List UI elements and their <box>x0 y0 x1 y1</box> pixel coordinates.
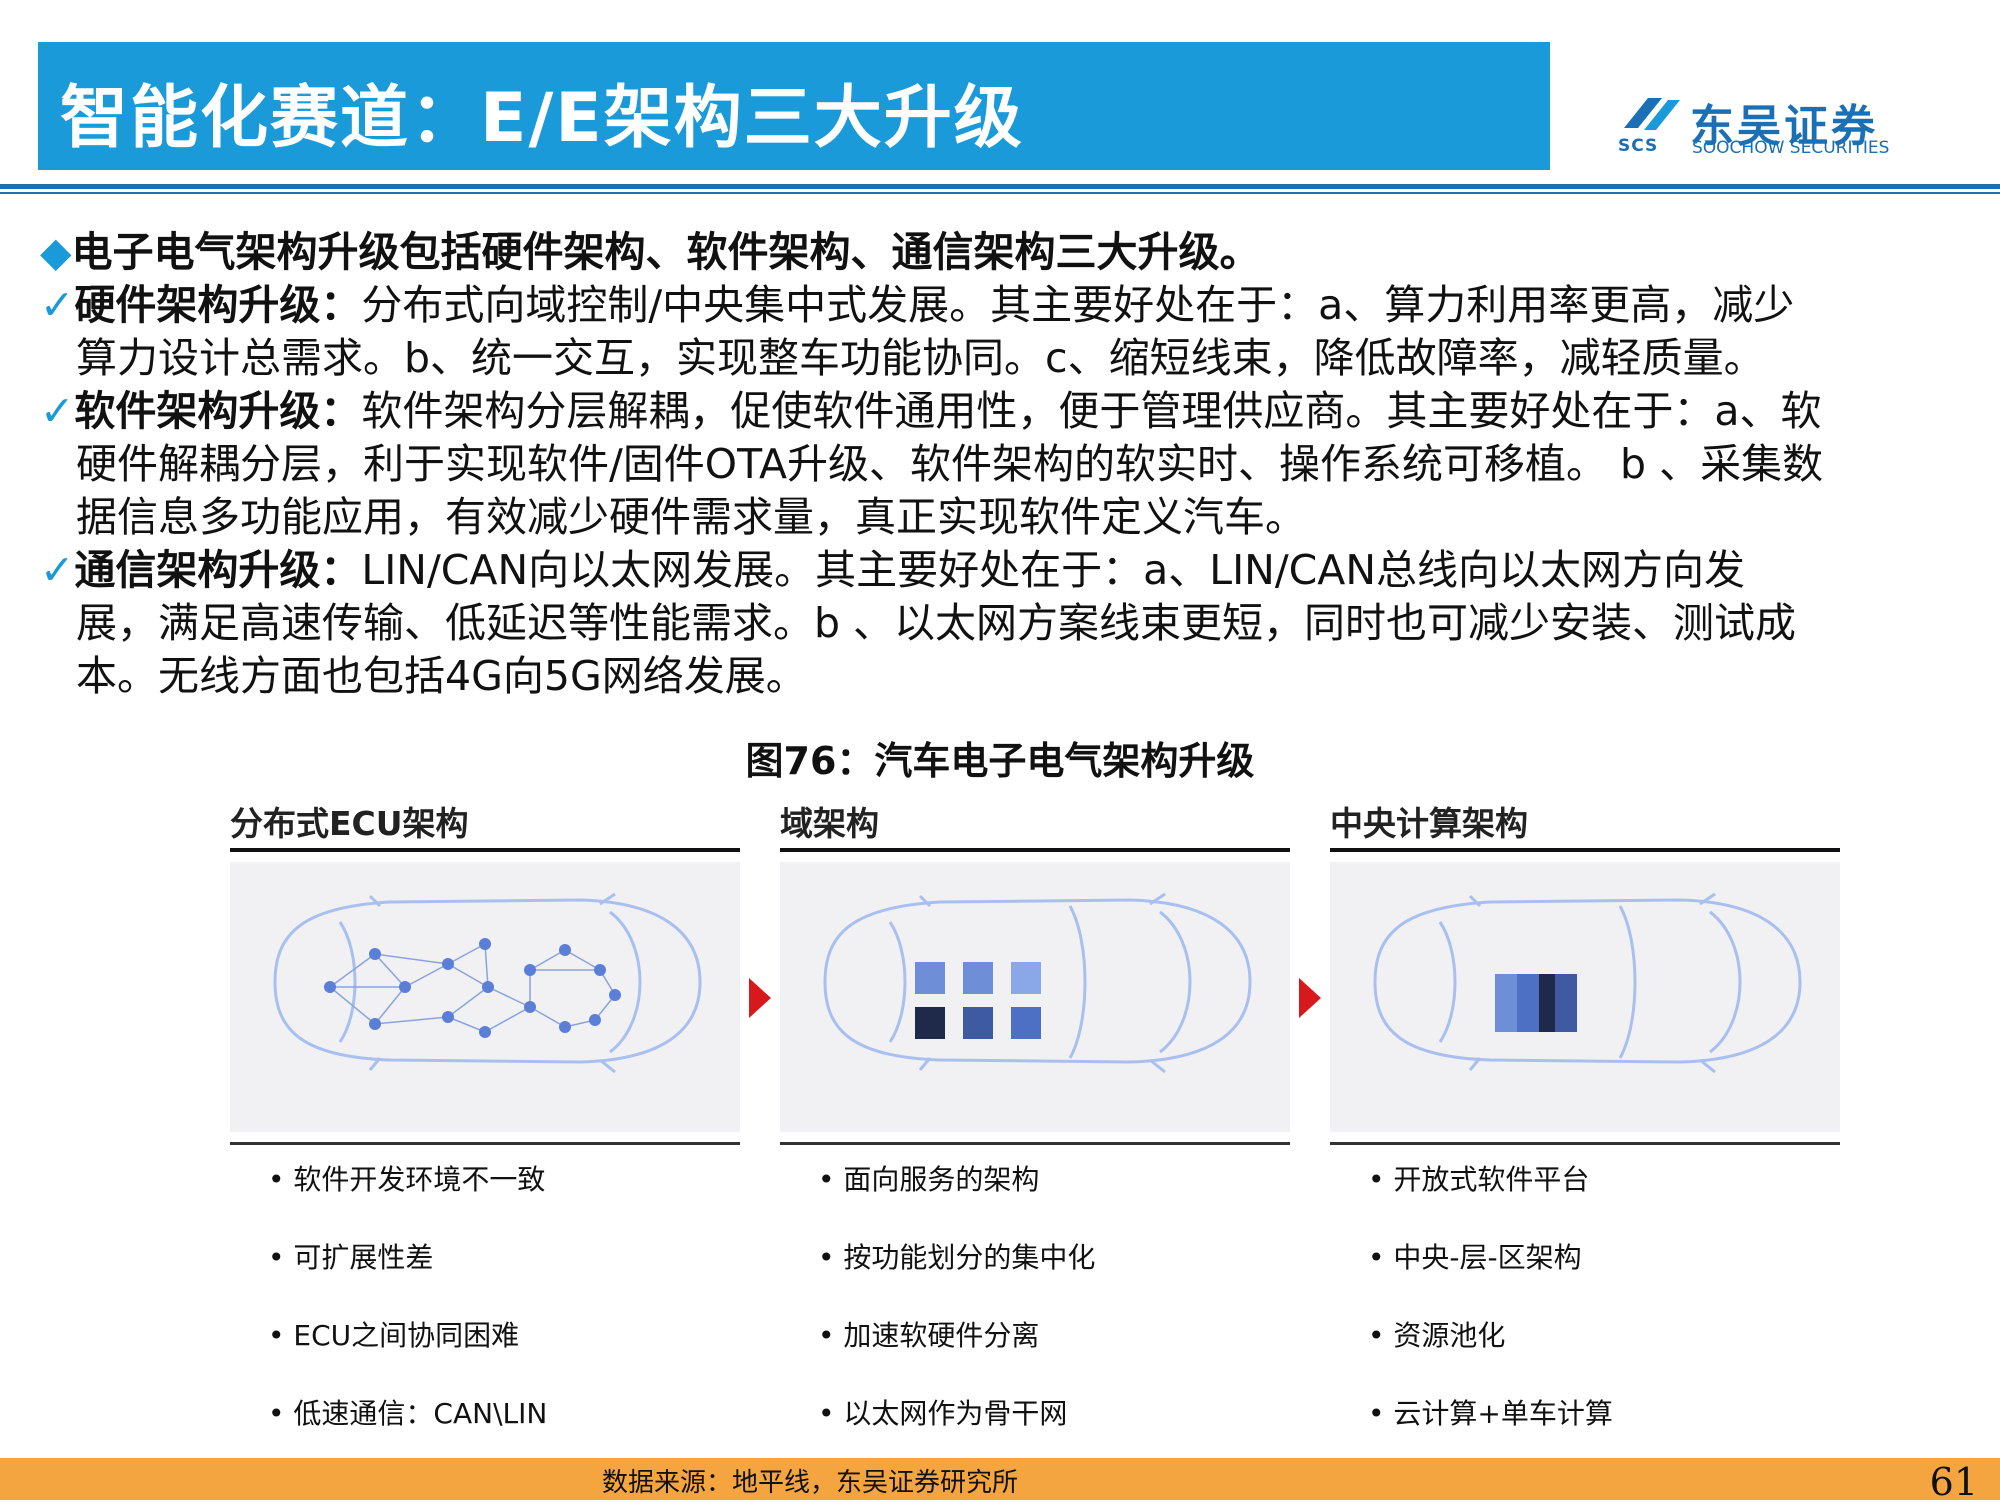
data-source: 数据来源：地平线，东吴证券研究所 <box>601 1468 1018 1498</box>
panel-heading: 域架构 <box>780 804 879 843</box>
car-domain-illustration <box>780 862 1290 1132</box>
panel-base-rule <box>780 1142 1290 1145</box>
list-item: 面向服务的架构 <box>818 1163 1290 1241</box>
car-topview-icon <box>1373 892 1802 1074</box>
diamond-bullet-icon: ◆ <box>40 228 72 276</box>
logo-abbr: SCS <box>1618 136 1659 156</box>
list-item: 软件开发环境不一致 <box>268 1163 740 1241</box>
item-label: 软件架构升级： <box>74 387 362 435</box>
communication-item: ✓通信架构升级：LIN/CAN向以太网发展。其主要好处在于：a、LIN/CAN总… <box>40 544 1985 597</box>
panel-bullet-list: 开放式软件平台 中央-层-区架构 资源池化 云计算+单车计算 <box>1368 1163 1840 1475</box>
item-text-line: 据信息多功能应用，有效减少硬件需求量，真正实现软件定义汽车。 <box>76 493 1306 541</box>
hardware-item: ✓硬件架构升级：分布式向域控制/中央集中式发展。其主要好处在于：a、算力利用率更… <box>40 279 1985 332</box>
panel-heading-rule <box>1330 848 1840 852</box>
panel-heading-rule <box>780 848 1290 852</box>
car-topview-icon <box>273 892 702 1074</box>
list-item: 开放式软件平台 <box>1368 1163 1840 1241</box>
page-number: 61 <box>1929 1460 1978 1504</box>
item-text-line: LIN/CAN向以太网发展。其主要好处在于：a、LIN/CAN总线向以太网方向发 <box>361 546 1746 594</box>
panel-heading: 分布式ECU架构 <box>230 804 469 843</box>
panel-bullet-list: 面向服务的架构 按功能划分的集中化 加速软硬件分离 以太网作为骨干网 <box>818 1163 1290 1475</box>
red-arrow-icon <box>749 978 771 1018</box>
panel-base-rule <box>230 1142 740 1145</box>
content-body: ◆电子电气架构升级包括硬件架构、软件架构、通信架构三大升级。 ✓硬件架构升级：分… <box>40 226 1985 703</box>
list-item: 按功能划分的集中化 <box>818 1241 1290 1319</box>
item-label: 硬件架构升级： <box>74 281 362 329</box>
header-divider <box>0 184 2000 189</box>
footer-bar: 数据来源：地平线，东吴证券研究所 61 <box>0 1458 2000 1504</box>
list-item: ECU之间协同困难 <box>268 1319 740 1397</box>
software-item: ✓软件架构升级：软件架构分层解耦，促使软件通用性，便于管理供应商。其主要好处在于… <box>40 385 1985 438</box>
panel-bullet-list: 软件开发环境不一致 可扩展性差 ECU之间协同困难 低速通信：CAN\LIN <box>268 1163 740 1475</box>
logo-english-name: SOOCHOW SECURITIES <box>1692 138 1890 158</box>
panel-heading-rule <box>230 848 740 852</box>
check-icon: ✓ <box>40 387 75 435</box>
car-central-illustration <box>1330 862 1840 1132</box>
lead-paragraph: ◆电子电气架构升级包括硬件架构、软件架构、通信架构三大升级。 <box>40 226 1985 279</box>
list-item: 资源池化 <box>1368 1319 1840 1397</box>
brand-logo: SCS 东吴证券 SOOCHOW SECURITIES <box>1618 90 1898 160</box>
figure-title: 图76：汽车电子电气架构升级 <box>745 739 1255 783</box>
item-text-line: 分布式向域控制/中央集中式发展。其主要好处在于：a、算力利用率更高，减少 <box>361 281 1795 329</box>
car-topview-icon <box>823 892 1252 1074</box>
panel-heading: 中央计算架构 <box>1330 804 1528 843</box>
item-text-line: 本。无线方面也包括4G向5G网络发展。 <box>76 652 807 700</box>
panel-central-computing: 中央计算架构 开放式软件平台 中央-层-区架构 资源池化 云计算+单车计算 <box>1330 800 1840 1475</box>
check-icon: ✓ <box>40 281 75 329</box>
item-text-line: 硬件解耦分层，利于实现软件/固件OTA升级、软件架构的软实时、操作系统可移植。 … <box>76 440 1824 488</box>
item-text-line: 算力设计总需求。b、统一交互，实现整车功能协同。c、缩短线束，降低故障率，减轻质… <box>76 334 1765 382</box>
panel-base-rule <box>1330 1142 1840 1145</box>
list-item: 中央-层-区架构 <box>1368 1241 1840 1319</box>
item-label: 通信架构升级： <box>74 546 362 594</box>
title-bar: 智能化赛道：E/E架构三大升级 <box>38 42 1550 170</box>
header-divider-thin <box>0 192 2000 194</box>
car-ecu-network-illustration <box>230 862 740 1132</box>
panel-domain: 域架构 面向服务的架构 按功能划分的集中化 加速软硬件分离 以太 <box>780 800 1290 1475</box>
check-icon: ✓ <box>40 546 75 594</box>
item-text-line: 软件架构分层解耦，促使软件通用性，便于管理供应商。其主要好处在于：a、软 <box>361 387 1822 435</box>
page-title: 智能化赛道：E/E架构三大升级 <box>60 79 1024 158</box>
item-text-line: 展，满足高速传输、低延迟等性能需求。b 、以太网方案线束更短，同时也可减少安装、… <box>76 599 1797 647</box>
red-arrow-icon <box>1299 978 1321 1018</box>
panel-distributed-ecu: 分布式ECU架构 • 软件开发环境不一致 • 可扩展性差 • ECU之间协同困难… <box>230 800 740 1475</box>
logo-mark-icon <box>1624 98 1680 130</box>
list-item: 可扩展性差 <box>268 1241 740 1319</box>
list-item: 加速软硬件分离 <box>818 1319 1290 1397</box>
lead-text: 电子电气架构升级包括硬件架构、软件架构、通信架构三大升级。 <box>71 228 1261 276</box>
